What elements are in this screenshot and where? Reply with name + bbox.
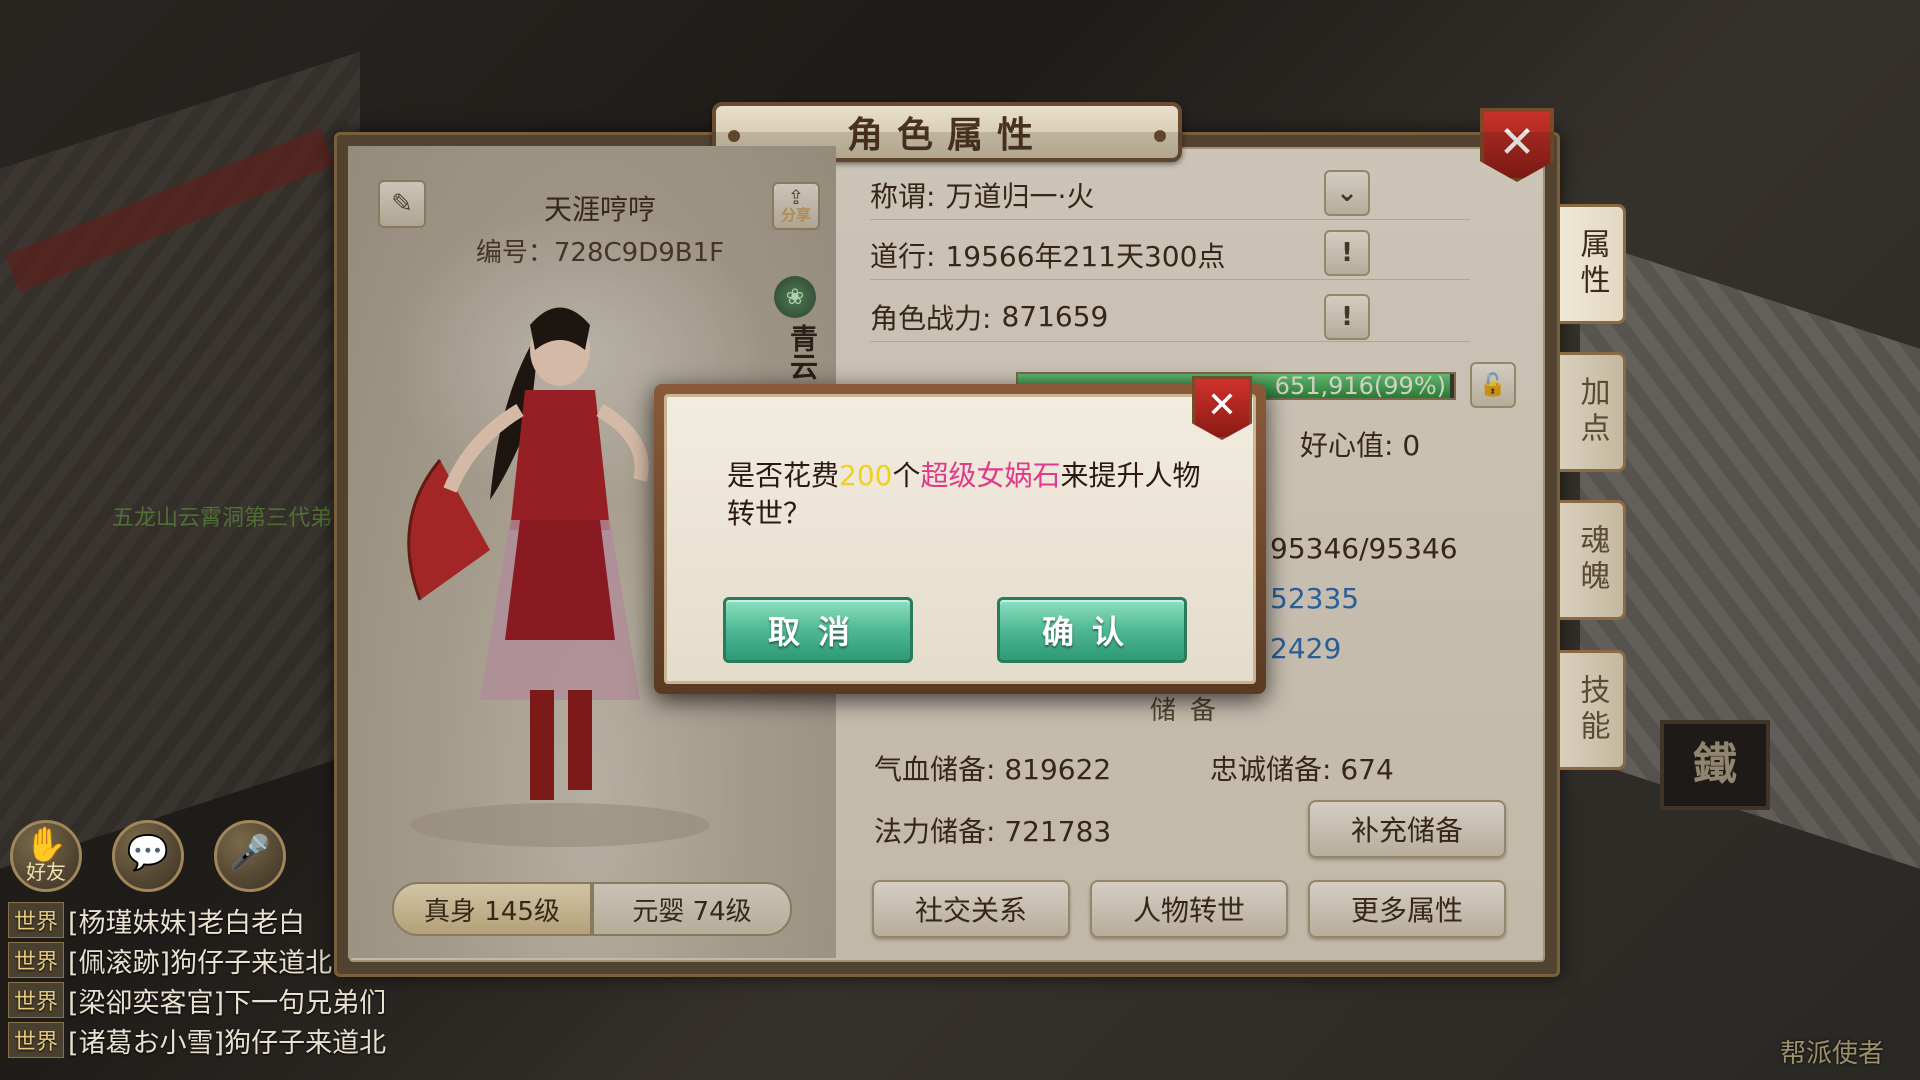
- message-prefix: 是否花费: [727, 459, 840, 492]
- rebirth-confirm-dialog: 是否花费200个超级女娲石来提升人物转世？ 取消 确认: [654, 384, 1266, 694]
- voice-button[interactable]: 🎤: [214, 820, 286, 892]
- tab-add-points[interactable]: 加点: [1560, 352, 1626, 472]
- cost-amount: 200: [839, 459, 893, 492]
- dialog-message: 是否花费200个超级女娲石来提升人物转世？: [727, 457, 1217, 533]
- chat-text: [诸葛お小雪]狗仔子来道北: [68, 1027, 387, 1059]
- chat-text: [佩滚跡]狗仔子来道北: [68, 947, 333, 979]
- handshake-icon: ✋: [24, 825, 68, 865]
- chat-button[interactable]: 💬: [112, 820, 184, 892]
- dialog-body: 是否花费200个超级女娲石来提升人物转世？ 取消 确认: [664, 394, 1256, 684]
- confirm-button[interactable]: 确认: [997, 597, 1187, 663]
- channel-tag: 世界: [8, 902, 65, 938]
- chat-text: [杨瑾妹妹]老白老白: [68, 907, 306, 939]
- channel-tag: 世界: [8, 1022, 65, 1058]
- tab-attributes[interactable]: 属性: [1560, 204, 1626, 324]
- hud-icon-row: ✋ 好友 💬 🎤: [10, 820, 286, 892]
- chat-text: [梁卻奕客官]下一句兄弟们: [68, 987, 387, 1019]
- tab-skills[interactable]: 技能: [1560, 650, 1626, 770]
- message-mid: 个: [892, 459, 921, 492]
- chat-bubble-icon: 💬: [126, 833, 170, 873]
- item-name: 超级女娲石: [920, 459, 1061, 492]
- channel-tag: 世界: [8, 982, 65, 1018]
- cancel-button[interactable]: 取消: [723, 597, 913, 663]
- microphone-icon: 🎤: [228, 833, 272, 873]
- left-hud: 五龙山云霄洞第三代弟 ✋ 好友 💬 🎤 世界 [杨瑾妹妹]老白老白 世界 [佩滚…: [0, 0, 386, 1080]
- chat-message[interactable]: 世界 [梁卻奕客官]下一句兄弟们: [8, 980, 528, 1020]
- guild-label: 五龙山云霄洞第三代弟: [112, 506, 333, 531]
- chat-message[interactable]: 世界 [诸葛お小雪]狗仔子来道北: [8, 1020, 528, 1060]
- friend-button[interactable]: ✋ 好友: [10, 820, 82, 892]
- close-icon: ✕: [1206, 385, 1238, 426]
- channel-tag: 世界: [8, 942, 65, 978]
- tab-soul[interactable]: 魂魄: [1560, 500, 1626, 620]
